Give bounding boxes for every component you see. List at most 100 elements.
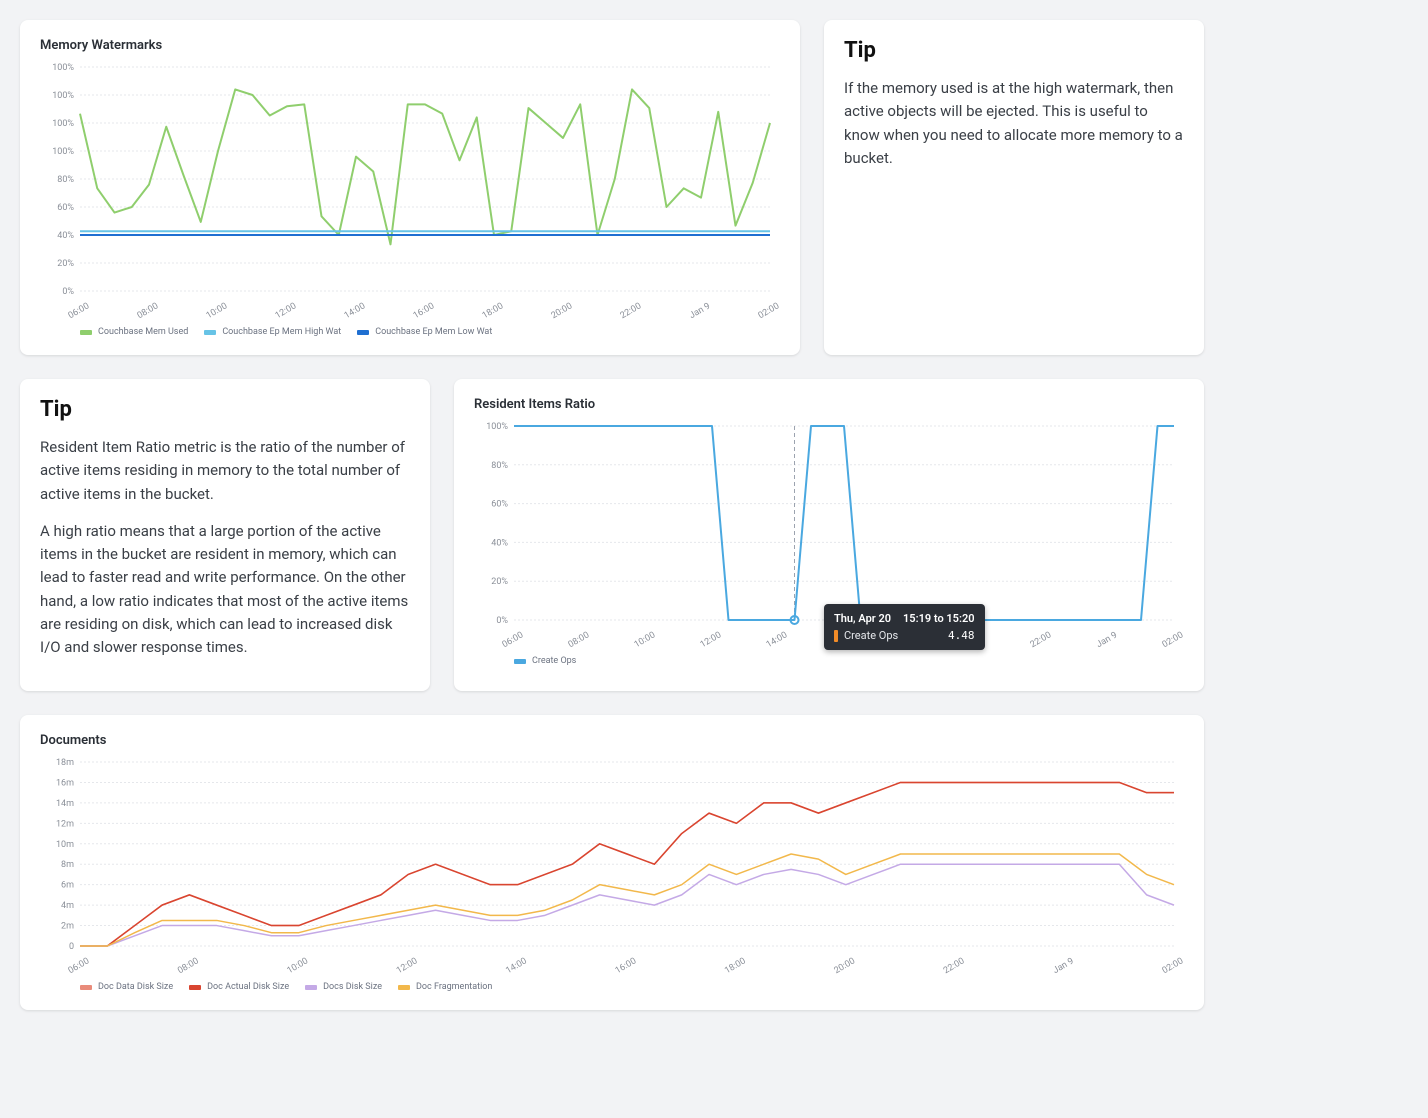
svg-text:16:00: 16:00 <box>412 301 436 321</box>
svg-text:06:00: 06:00 <box>67 957 91 977</box>
legend-label: Doc Fragmentation <box>416 982 492 992</box>
tip-body: If the memory used is at the high waterm… <box>844 77 1184 170</box>
svg-text:06:00: 06:00 <box>501 630 525 650</box>
svg-text:20%: 20% <box>491 577 508 587</box>
svg-text:100%: 100% <box>52 91 74 101</box>
legend-label: Docs Disk Size <box>323 982 382 992</box>
legend-swatch <box>189 985 201 990</box>
tip-body: Resident Item Ratio metric is the ratio … <box>40 436 410 659</box>
svg-text:60%: 60% <box>491 500 508 510</box>
legend-item[interactable]: Couchbase Ep Mem High Wat <box>204 327 341 337</box>
svg-text:18:00: 18:00 <box>723 957 747 977</box>
legend-swatch <box>305 985 317 990</box>
chart-title: Documents <box>40 733 1184 748</box>
svg-text:100%: 100% <box>52 63 74 73</box>
legend-label: Create Ops <box>532 656 576 666</box>
svg-text:Jan 9: Jan 9 <box>1095 630 1119 650</box>
legend-item[interactable]: Doc Actual Disk Size <box>189 982 289 992</box>
svg-text:14:00: 14:00 <box>765 630 789 650</box>
svg-text:20:00: 20:00 <box>833 957 857 977</box>
svg-text:08:00: 08:00 <box>136 301 160 321</box>
svg-text:40%: 40% <box>491 538 508 548</box>
svg-text:16:00: 16:00 <box>614 957 638 977</box>
legend: Create Ops <box>474 656 1184 666</box>
svg-text:100%: 100% <box>52 147 74 157</box>
svg-text:20:00: 20:00 <box>963 630 987 650</box>
svg-text:06:00: 06:00 <box>67 301 91 321</box>
svg-text:2m: 2m <box>61 922 74 932</box>
svg-text:12:00: 12:00 <box>699 630 723 650</box>
svg-text:10:00: 10:00 <box>286 957 310 977</box>
memory-watermarks-chart-card: Memory Watermarks 0% 20% 40% 60% 80% 100% 100%… <box>20 20 800 355</box>
svg-text:08:00: 08:00 <box>176 957 200 977</box>
svg-text:80%: 80% <box>491 461 508 471</box>
legend-label: Doc Actual Disk Size <box>207 982 289 992</box>
svg-text:80%: 80% <box>57 175 74 185</box>
svg-text:02:00: 02:00 <box>1161 630 1184 650</box>
legend-item[interactable]: Couchbase Mem Used <box>80 327 188 337</box>
legend-item[interactable]: Create Ops <box>514 656 576 666</box>
svg-text:18:00: 18:00 <box>481 301 505 321</box>
legend-item[interactable]: Doc Fragmentation <box>398 982 492 992</box>
svg-text:18:00: 18:00 <box>897 630 921 650</box>
svg-text:12m: 12m <box>56 820 74 830</box>
svg-text:40%: 40% <box>57 231 74 241</box>
svg-text:100%: 100% <box>52 119 74 129</box>
documents-chart[interactable]: 0 2m 4m 6m 8m 10m 12m 14m 16m 18m 06:00 08:00 10:00 1… <box>40 756 1184 976</box>
legend: Doc Data Disk Size Doc Actual Disk Size Do… <box>40 982 1184 992</box>
memory-watermarks-chart[interactable]: 0% 20% 40% 60% 80% 100% 100% 100% 100% 06:00 08:00… <box>40 61 780 321</box>
legend-label: Couchbase Ep Mem Low Wat <box>375 327 492 337</box>
legend-swatch <box>398 985 410 990</box>
svg-text:10m: 10m <box>56 840 74 850</box>
legend-label: Couchbase Ep Mem High Wat <box>222 327 341 337</box>
svg-text:Jan 9: Jan 9 <box>1052 957 1076 977</box>
svg-text:16:00: 16:00 <box>831 630 855 650</box>
chart-title: Memory Watermarks <box>40 38 780 53</box>
svg-text:100%: 100% <box>486 422 508 432</box>
svg-text:20:00: 20:00 <box>550 301 574 321</box>
svg-text:0%: 0% <box>62 287 74 297</box>
documents-chart-card: Documents 02m4m6m8m10m12m14m16m18m06:000… <box>20 715 1204 1010</box>
legend-swatch <box>80 330 92 335</box>
svg-text:22:00: 22:00 <box>942 957 966 977</box>
legend: Couchbase Mem Used Couchbase Ep Mem High … <box>40 327 780 337</box>
svg-text:14:00: 14:00 <box>504 957 528 977</box>
svg-text:02:00: 02:00 <box>1161 957 1184 977</box>
svg-text:02:00: 02:00 <box>757 301 780 321</box>
legend-label: Couchbase Mem Used <box>98 327 188 337</box>
chart-title: Resident Items Ratio <box>474 397 1184 412</box>
svg-text:22:00: 22:00 <box>1029 630 1053 650</box>
tip-title: Tip <box>844 38 1184 63</box>
svg-text:0%: 0% <box>496 616 508 626</box>
svg-text:4m: 4m <box>61 901 74 911</box>
resident-items-chart[interactable]: 0% 20% 40% 60% 80% 100% 06:00 08:00 10:00 12:00 14… <box>474 420 1184 650</box>
legend-swatch <box>357 330 369 335</box>
tip-memory-card: Tip If the memory used is at the high wa… <box>824 20 1204 355</box>
svg-text:60%: 60% <box>57 203 74 213</box>
svg-text:14m: 14m <box>56 799 74 809</box>
legend-item[interactable]: Couchbase Ep Mem Low Wat <box>357 327 492 337</box>
svg-text:12:00: 12:00 <box>395 957 419 977</box>
resident-items-chart-card: Resident Items Ratio 0%20%40%60%80%100%0… <box>454 379 1204 691</box>
legend-label: Doc Data Disk Size <box>98 982 173 992</box>
svg-text:0: 0 <box>69 942 74 952</box>
svg-text:8m: 8m <box>61 860 74 870</box>
svg-text:08:00: 08:00 <box>567 630 591 650</box>
svg-text:18m: 18m <box>56 758 74 768</box>
svg-text:6m: 6m <box>61 881 74 891</box>
svg-text:14:00: 14:00 <box>343 301 367 321</box>
svg-text:20%: 20% <box>57 259 74 269</box>
legend-item[interactable]: Docs Disk Size <box>305 982 382 992</box>
legend-swatch <box>204 330 216 335</box>
svg-text:12:00: 12:00 <box>274 301 298 321</box>
svg-text:16m: 16m <box>56 779 74 789</box>
legend-item[interactable]: Doc Data Disk Size <box>80 982 173 992</box>
svg-text:Jan 9: Jan 9 <box>688 301 712 321</box>
legend-swatch <box>80 985 92 990</box>
svg-text:10:00: 10:00 <box>633 630 657 650</box>
tip-title: Tip <box>40 397 410 422</box>
legend-swatch <box>514 659 526 664</box>
svg-text:22:00: 22:00 <box>619 301 643 321</box>
tip-resident-card: Tip Resident Item Ratio metric is the ra… <box>20 379 430 691</box>
svg-text:10:00: 10:00 <box>205 301 229 321</box>
